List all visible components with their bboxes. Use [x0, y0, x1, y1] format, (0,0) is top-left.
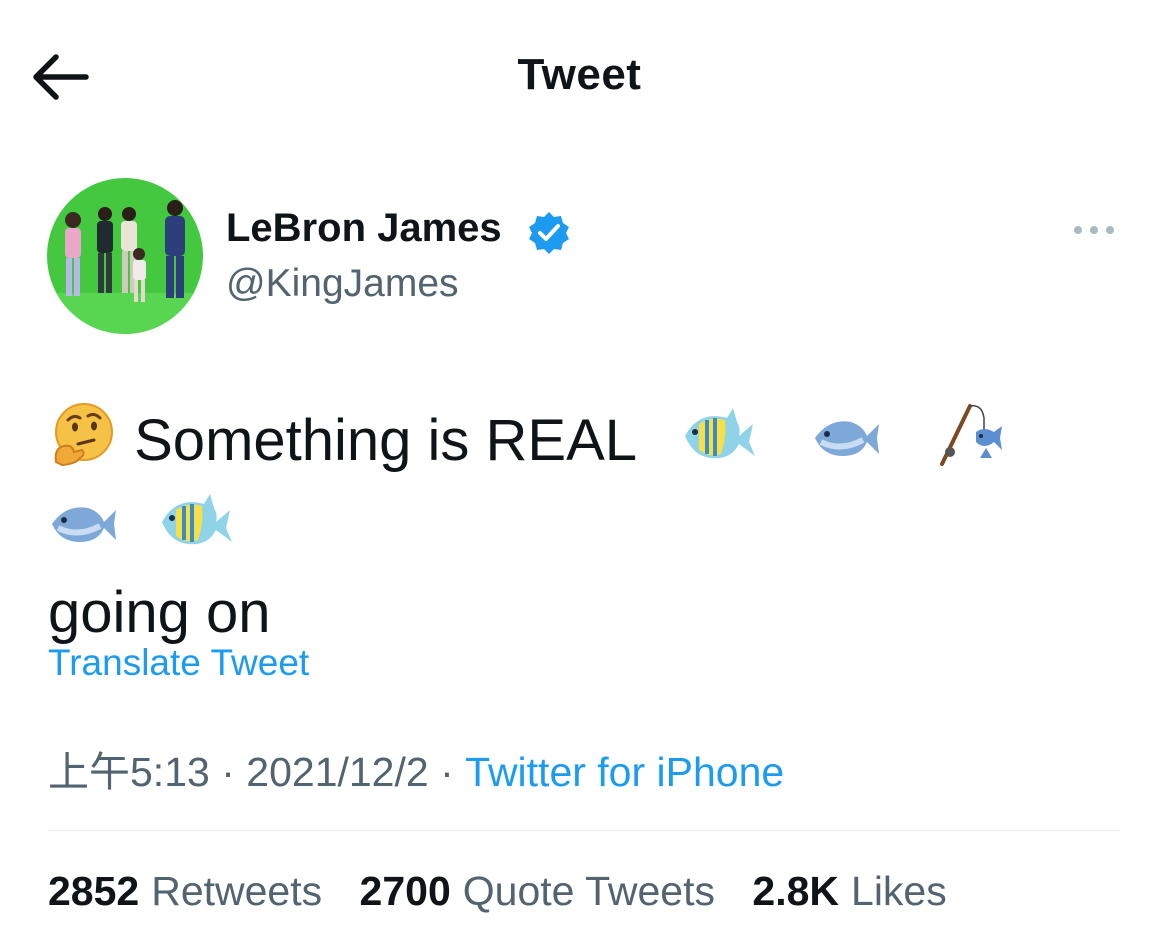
- tropical-fish-icon: [685, 408, 756, 459]
- tweet-time: 上午5:13: [48, 749, 210, 795]
- thinking-face-icon: [54, 403, 113, 467]
- tweet-text-line1: Something is REAL: [134, 408, 635, 473]
- likes-count: 2.8K: [752, 868, 840, 914]
- likes-label: Likes: [851, 868, 947, 914]
- retweets-stat[interactable]: 2852 Retweets: [48, 868, 322, 914]
- more-options-button[interactable]: [1068, 216, 1120, 244]
- fishing-pole-icon: [939, 404, 1002, 466]
- more-dots-icon: [1074, 226, 1114, 234]
- quote-tweets-count: 2700: [359, 868, 451, 914]
- tweet-meta: 上午5:13 · 2021/12/2 · Twitter for iPhone: [48, 738, 784, 798]
- translate-tweet-link[interactable]: Translate Tweet: [48, 642, 309, 684]
- quote-tweets-stat[interactable]: 2700 Quote Tweets: [360, 868, 715, 914]
- user-avatar-image: [47, 178, 203, 334]
- user-handle[interactable]: @KingJames: [226, 262, 459, 306]
- fish-icon: [815, 421, 880, 456]
- meta-separator: ·: [440, 749, 454, 795]
- divider: [48, 830, 1120, 831]
- tweet-date: 2021/12/2: [246, 749, 429, 795]
- tweet-text: Something is REAL going on: [48, 398, 1128, 656]
- header: Tweet: [0, 0, 1159, 150]
- page-title: Tweet: [517, 50, 642, 99]
- meta-separator: ·: [221, 749, 235, 795]
- avatar[interactable]: [47, 178, 203, 334]
- fish-icon: [52, 507, 116, 542]
- quote-tweets-label: Quote Tweets: [462, 868, 715, 914]
- retweets-label: Retweets: [151, 868, 323, 914]
- verified-badge-icon: [529, 212, 569, 254]
- tweet-stats: 2852 Retweets 2700 Quote Tweets 2.8K Likes: [48, 868, 973, 915]
- tweet-source-link[interactable]: Twitter for iPhone: [465, 749, 784, 795]
- tropical-fish-icon: [162, 494, 233, 545]
- retweets-count: 2852: [48, 868, 140, 914]
- display-name[interactable]: LeBron James: [226, 206, 502, 251]
- tweet-detail-page: Tweet LeBron James @KingJames Something …: [0, 0, 1159, 932]
- likes-stat[interactable]: 2.8K Likes: [752, 868, 946, 914]
